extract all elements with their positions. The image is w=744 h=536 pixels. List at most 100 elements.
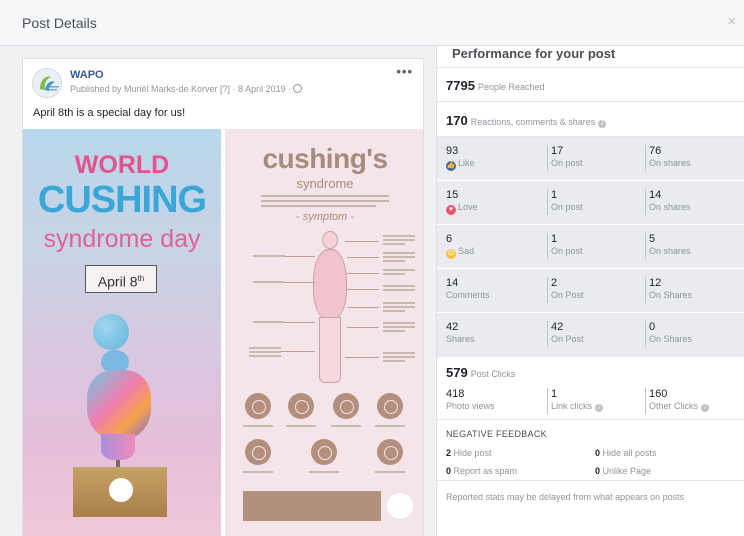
comments-total: 14 (446, 277, 459, 289)
grid-row-sad: 6 ☹ Sad 1 On post 5 On shares (437, 225, 744, 269)
hide-post-stat: 2 Hide post (446, 448, 492, 458)
image-text-syndrome-day: syndrome day (43, 225, 201, 253)
link-clicks-value: 1 (551, 388, 558, 400)
page-name-link[interactable]: WAPO (70, 69, 104, 81)
image-panel-cushings-infographic: cushing's syndrome - symptom - (225, 129, 423, 536)
globe-icon (293, 84, 303, 93)
like-icon: 👍 (446, 161, 456, 171)
photo-views-value: 418 (446, 388, 465, 400)
photo-views-label: Photo views (446, 401, 495, 411)
more-options-button[interactable]: ••• (396, 64, 413, 79)
image-date-suffix: th (137, 274, 145, 283)
infographic-title: cushing's (262, 143, 388, 174)
comments-label: Comments (446, 290, 490, 300)
link-clicks-label: Link clicks (551, 401, 593, 411)
infographic-section-label: - symptom - (295, 211, 355, 223)
published-info: Published by Muriël Marks-de Korver [?] … (70, 84, 303, 94)
engagement-label: Reactions, comments & shares (470, 117, 596, 127)
people-reached-label: People Reached (477, 82, 545, 92)
like-total: 93 (446, 145, 459, 157)
image-date-box: April 8th (85, 265, 157, 293)
love-on-shares-value: 14 (649, 189, 662, 201)
engagement-row: 170 Reactions, comments & shares i (437, 103, 744, 137)
post-card: WAPO Published by Muriël Marks-de Korver… (22, 58, 424, 536)
modal-header: Post Details × (0, 0, 744, 46)
love-label: Love (458, 202, 478, 212)
unlike-page-label: Unlike Page (602, 466, 652, 476)
hide-post-label: Hide post (453, 448, 492, 458)
hide-all-posts-label: Hide all posts (602, 448, 657, 458)
comments-on-shares-label: On Shares (649, 290, 693, 300)
page-avatar[interactable] (32, 68, 62, 98)
report-spam-value: 0 (446, 466, 452, 476)
infographic-subtitle: syndrome (296, 176, 354, 191)
post-image[interactable]: WORLD CUSHING syndrome day April 8th cus… (23, 129, 423, 536)
stats-delay-note: Reported stats may be delayed from what … (446, 492, 685, 502)
performance-title: Performance for your post (452, 46, 616, 61)
love-icon: ♥ (446, 205, 456, 215)
report-spam-label: Report as spam (453, 466, 518, 476)
like-on-shares-value: 76 (649, 145, 662, 157)
sad-on-shares-label: On shares (649, 246, 691, 256)
people-reached-value: 7795 (446, 78, 475, 93)
comments-on-post-value: 2 (551, 277, 558, 289)
body-figure-illustration (313, 231, 347, 383)
info-icon[interactable]: i (598, 120, 607, 128)
unlike-page-value: 0 (595, 466, 601, 476)
grid-row-like: 93 👍 Like 17 On post 76 On shares (437, 137, 744, 181)
sad-label: Sad (458, 246, 475, 256)
like-on-post-label: On post (551, 158, 583, 168)
unlike-page-stat: 0 Unlike Page (595, 466, 651, 476)
sad-total: 6 (446, 233, 453, 245)
grid-row-shares: 42 Shares 42 On Post 0 On Shares (437, 313, 744, 357)
wapo-logo-icon (40, 76, 59, 91)
other-clicks-value: 160 (649, 388, 668, 400)
infographic-footer-banner (243, 491, 381, 521)
image-date-text: April 8 (97, 273, 138, 290)
performance-pane: Performance for your post 7795 People Rea… (436, 46, 744, 536)
hide-all-posts-value: 0 (595, 448, 601, 458)
image-text-cushing: CUSHING (37, 179, 207, 221)
shares-on-post-label: On Post (551, 334, 584, 344)
hide-all-posts-stat: 0 Hide all posts (595, 448, 657, 458)
shares-total: 42 (446, 321, 459, 333)
post-clicks-value: 579 (446, 365, 468, 380)
love-on-post-label: On post (551, 202, 583, 212)
image-panel-world-cushing-day: WORLD CUSHING syndrome day April 8th (23, 129, 221, 536)
sad-on-post-value: 1 (551, 233, 558, 245)
pedestal-illustration (73, 467, 167, 517)
engagement-value: 170 (446, 113, 468, 128)
love-on-shares-label: On shares (649, 202, 691, 212)
report-spam-stat: 0 Report as spam (446, 466, 517, 476)
infographic-description (261, 195, 389, 210)
negative-feedback-section: NEGATIVE FEEDBACK 2 Hide post 0 Hide all… (437, 421, 744, 481)
people-reached-row: 7795 People Reached (437, 69, 744, 102)
image-text-world: WORLD (74, 151, 170, 179)
sad-on-shares-value: 5 (649, 233, 656, 245)
hide-post-value: 2 (446, 448, 452, 458)
post-clicks-label: Post Clicks (470, 369, 516, 379)
info-icon[interactable]: i (595, 404, 604, 412)
shares-on-shares-label: On Shares (649, 334, 693, 344)
post-clicks-section: 579 Post Clicks 418 Photo views 1 Link clic… (437, 358, 744, 420)
negative-feedback-title: NEGATIVE FEEDBACK (446, 429, 547, 439)
post-preview-pane: WAPO Published by Muriël Marks-de Korver… (0, 46, 436, 536)
comments-on-shares-value: 12 (649, 277, 662, 289)
comments-on-post-label: On Post (551, 290, 584, 300)
love-on-post-value: 1 (551, 189, 558, 201)
shares-label: Shares (446, 334, 475, 344)
modal-title: Post Details (22, 15, 97, 31)
info-icon[interactable]: i (701, 404, 710, 412)
shares-on-shares-value: 0 (649, 321, 656, 333)
shares-on-post-value: 42 (551, 321, 564, 333)
close-button[interactable]: × (727, 14, 736, 29)
pedestal-logo-icon (109, 478, 133, 502)
breakdown-grid: 93 👍 Like 17 On post 76 On shares 15 ♥ Love 1O… (437, 137, 744, 357)
sad-icon: ☹ (446, 249, 456, 259)
grid-row-love: 15 ♥ Love 1 On post 14 On shares (437, 181, 744, 225)
love-total: 15 (446, 189, 459, 201)
like-label: Like (458, 158, 475, 168)
performance-header: Performance for your post (437, 46, 744, 68)
like-on-shares-label: On shares (649, 158, 691, 168)
published-text: Published by Muriël Marks-de Korver [?] … (70, 84, 292, 94)
